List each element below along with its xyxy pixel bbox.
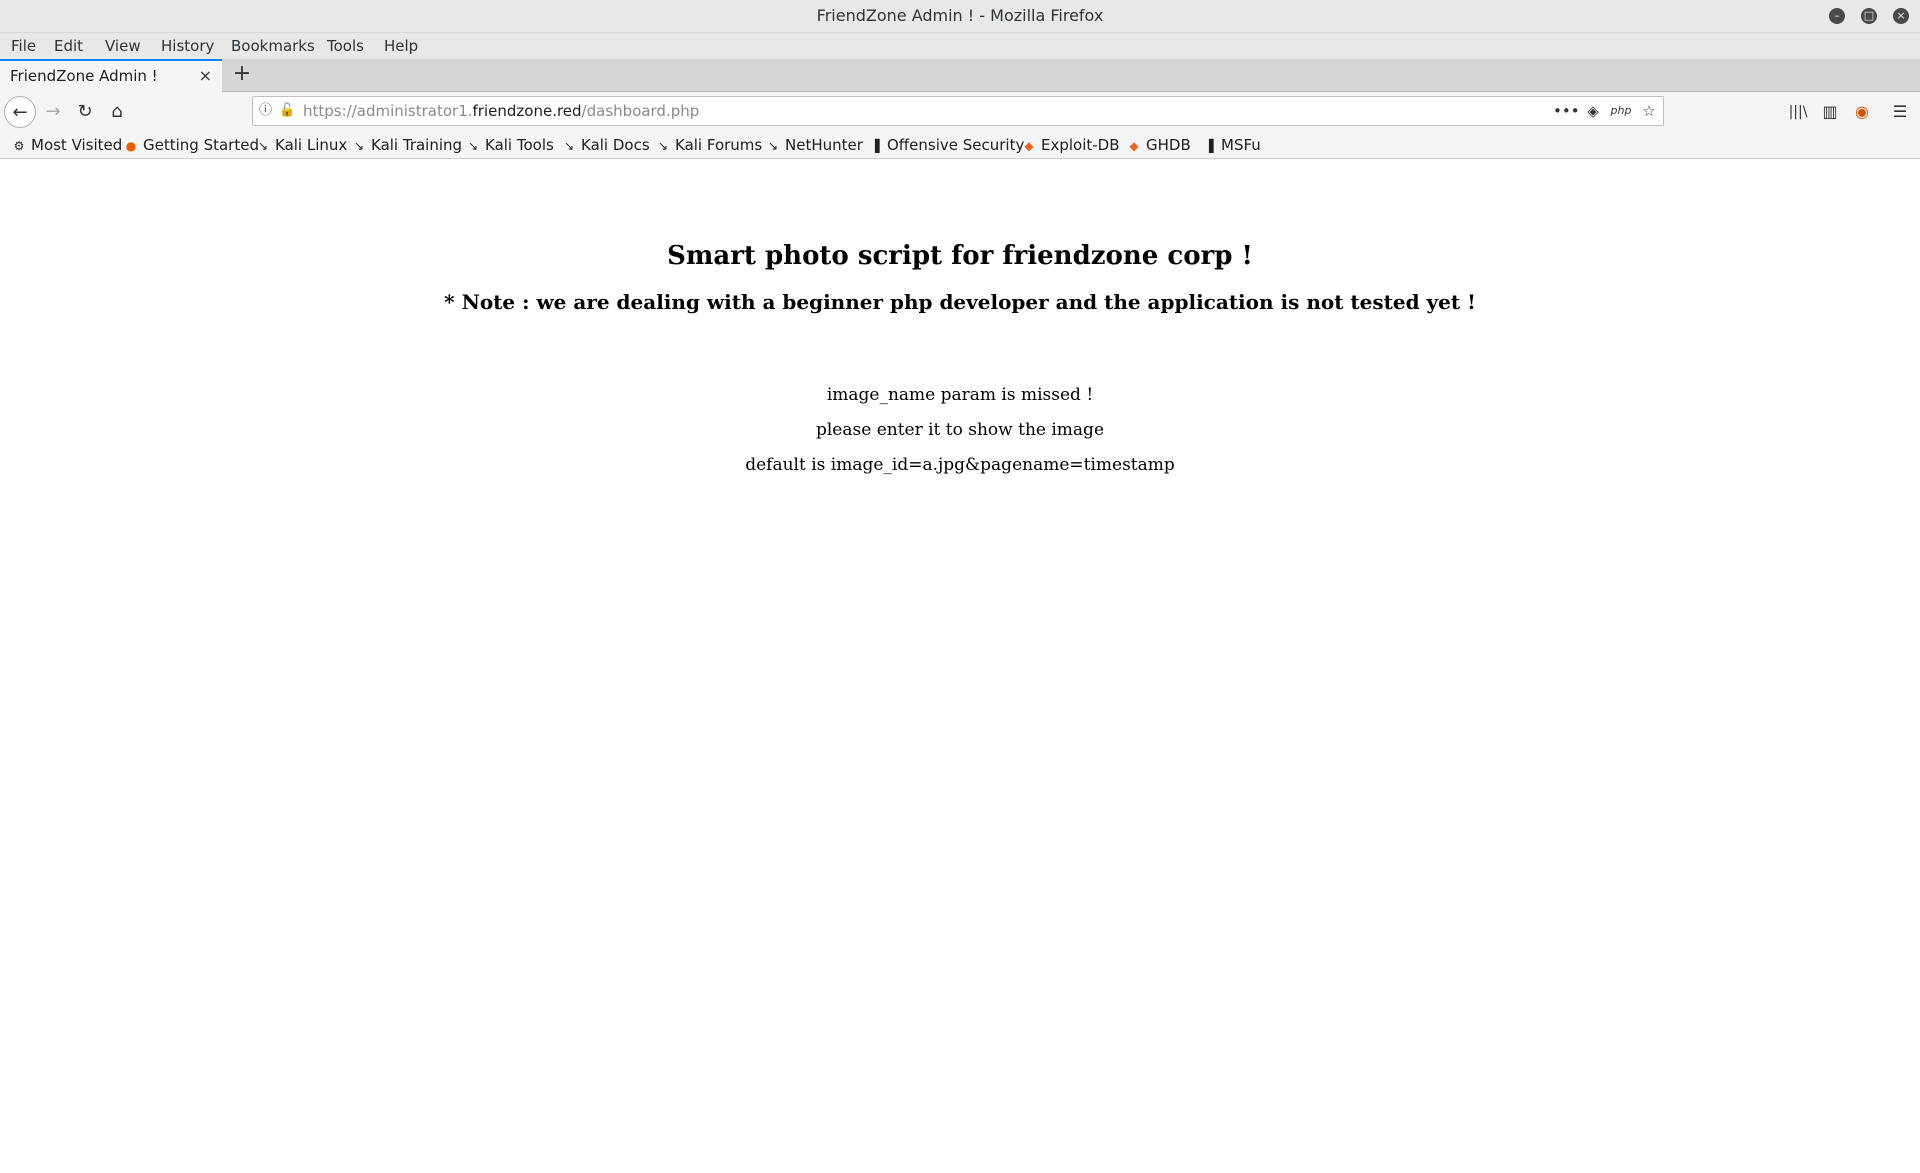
- menu-tools[interactable]: Tools: [327, 33, 364, 59]
- library-icon[interactable]: |||\: [1784, 96, 1812, 128]
- gear-icon: ⚙: [13, 139, 25, 153]
- more-actions-icon[interactable]: •••: [1553, 97, 1580, 125]
- url-text[interactable]: https://administrator1.friendzone.red/da…: [303, 97, 699, 125]
- hamburger-menu-icon[interactable]: ☰: [1886, 96, 1914, 128]
- new-tab-icon[interactable]: +: [232, 59, 252, 89]
- message-line-2: please enter it to show the image: [815, 420, 1105, 440]
- navigation-toolbar: ← → ↻ ⌂ ⓘ 🔓 https://administrator1.frien…: [0, 92, 1920, 132]
- forward-icon[interactable]: →: [37, 96, 69, 128]
- menu-bar: File Edit View History Bookmarks Tools H…: [0, 33, 1920, 59]
- firefox-icon: ●: [125, 139, 137, 153]
- close-tab-icon[interactable]: ×: [199, 61, 212, 91]
- page-heading: Smart photo script for friendzone corp !: [667, 241, 1253, 271]
- bookmark-most-visited[interactable]: ⚙ Most Visited: [12, 132, 123, 158]
- tab-friendzone-admin[interactable]: FriendZone Admin ! ×: [0, 59, 222, 92]
- menu-view[interactable]: View: [105, 33, 141, 59]
- bookmark-offensive-security[interactable]: ▐ Offensive Security: [868, 132, 1024, 158]
- extension-icon[interactable]: ◉: [1848, 96, 1876, 128]
- bookmark-kali-forums[interactable]: ↘ Kali Forums: [656, 132, 762, 158]
- sidebar-icon[interactable]: ▥: [1816, 96, 1844, 128]
- bookmark-kali-training[interactable]: ↘ Kali Training: [352, 132, 462, 158]
- kali-icon: ↘: [563, 139, 575, 153]
- ghdb-icon: ◆: [1129, 139, 1139, 153]
- minimize-button[interactable]: –: [1829, 8, 1845, 24]
- pocket-icon[interactable]: ◈: [1581, 97, 1605, 125]
- offsec-icon: ▐: [870, 139, 880, 153]
- bookmark-msfu[interactable]: ▐ MSFu: [1202, 132, 1260, 158]
- bookmark-exploit-db[interactable]: ◆ Exploit-DB: [1022, 132, 1119, 158]
- msfu-icon: ▐: [1204, 139, 1214, 153]
- kali-icon: ↘: [353, 139, 365, 153]
- menu-file[interactable]: File: [11, 33, 36, 59]
- menu-edit[interactable]: Edit: [54, 33, 83, 59]
- menu-bookmarks[interactable]: Bookmarks: [231, 33, 315, 59]
- bookmark-kali-docs[interactable]: ↘ Kali Docs: [562, 132, 650, 158]
- insecure-lock-icon[interactable]: 🔓: [279, 97, 295, 125]
- reload-icon[interactable]: ↻: [69, 96, 101, 128]
- bookmark-kali-linux[interactable]: ↘ Kali Linux: [256, 132, 347, 158]
- page-content: Smart photo script for friendzone corp !…: [0, 159, 1920, 1173]
- kali-icon: ↘: [257, 139, 269, 153]
- tab-label: FriendZone Admin !: [10, 67, 158, 85]
- bookmark-kali-tools[interactable]: ↘ Kali Tools: [466, 132, 554, 158]
- info-icon[interactable]: ⓘ: [259, 97, 272, 125]
- kali-icon: ↘: [767, 139, 779, 153]
- bookmark-star-icon[interactable]: ☆: [1637, 97, 1661, 125]
- bookmarks-toolbar: ⚙ Most Visited ● Getting Started ↘ Kali Lin…: [0, 132, 1920, 159]
- page-note: * Note : we are dealing with a beginner …: [444, 290, 1476, 314]
- window-titlebar: FriendZone Admin ! - Mozilla Firefox – □…: [0, 0, 1920, 33]
- menu-history[interactable]: History: [161, 33, 214, 59]
- maximize-button[interactable]: □: [1861, 8, 1877, 24]
- bookmark-getting-started[interactable]: ● Getting Started: [124, 132, 259, 158]
- window-title: FriendZone Admin ! - Mozilla Firefox: [816, 6, 1104, 25]
- message-line-3: default is image_id=a.jpg&pagename=times…: [745, 455, 1175, 475]
- tab-strip: FriendZone Admin ! × +: [0, 59, 1920, 92]
- bookmark-nethunter[interactable]: ↘ NetHunter: [766, 132, 863, 158]
- menu-help[interactable]: Help: [384, 33, 418, 59]
- message-line-1: image_name param is missed !: [826, 385, 1094, 405]
- close-window-button[interactable]: ×: [1893, 8, 1909, 24]
- exploitdb-icon: ◆: [1024, 139, 1034, 153]
- kali-icon: ↘: [657, 139, 669, 153]
- kali-icon: ↘: [467, 139, 479, 153]
- back-icon[interactable]: ←: [4, 96, 36, 128]
- bookmark-ghdb[interactable]: ◆ GHDB: [1127, 132, 1190, 158]
- url-bar[interactable]: ⓘ 🔓 https://administrator1.friendzone.re…: [252, 96, 1664, 126]
- php-icon[interactable]: php: [1609, 97, 1633, 125]
- home-icon[interactable]: ⌂: [101, 96, 133, 128]
